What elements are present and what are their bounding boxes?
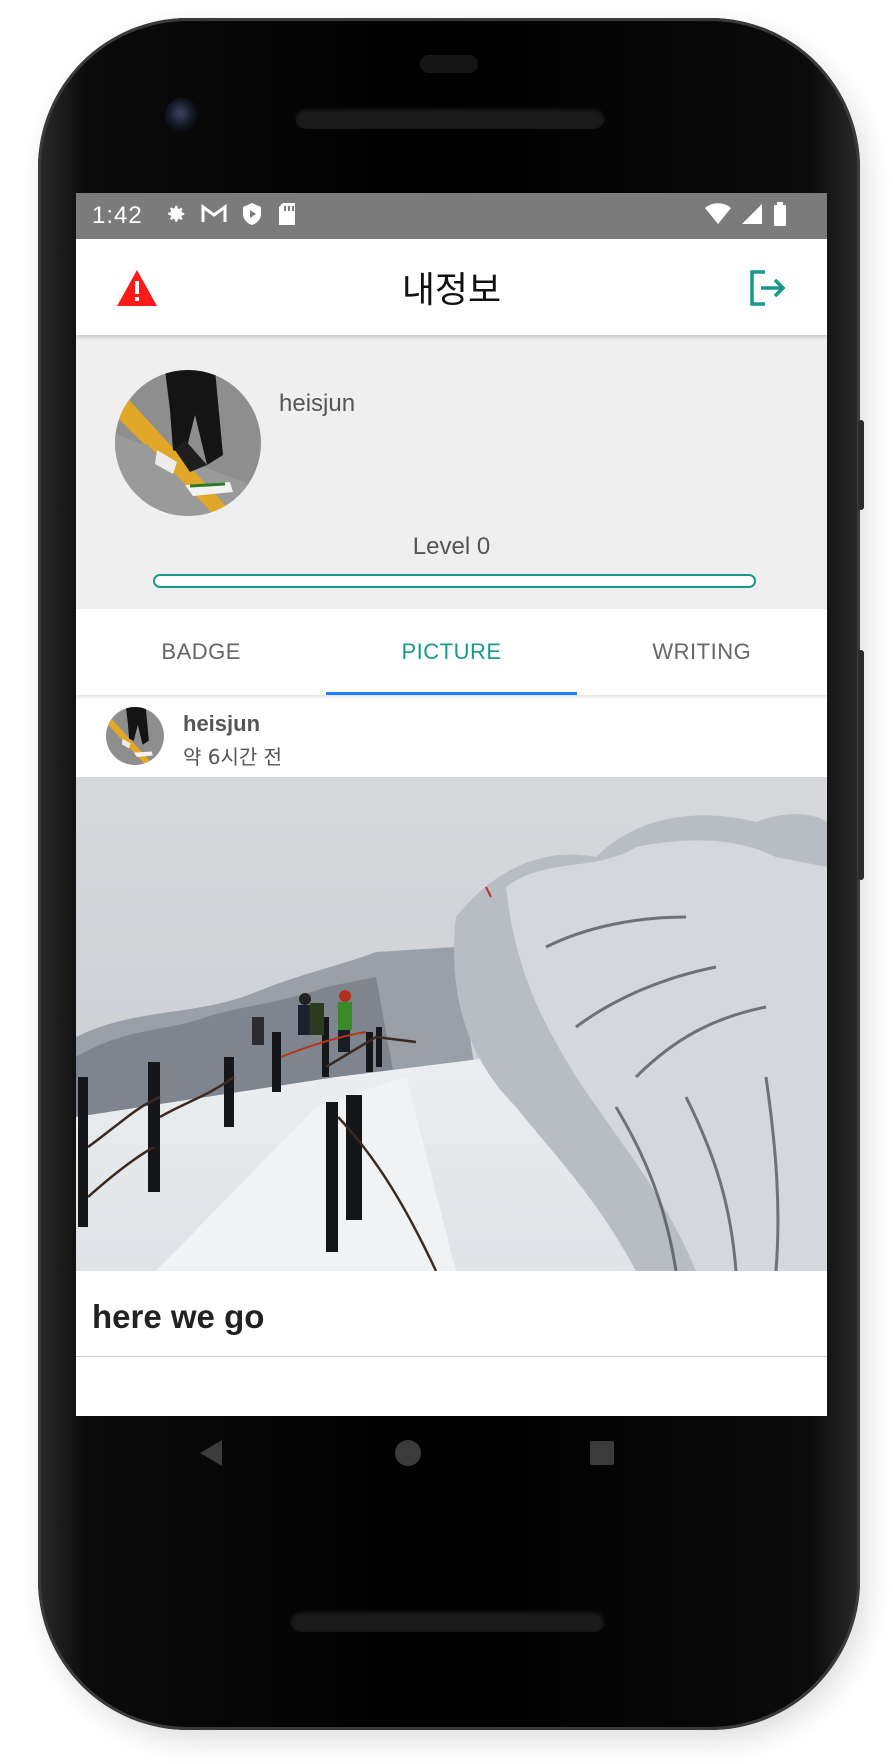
- status-bar: 1:42: [76, 193, 827, 239]
- status-time: 1:42: [92, 202, 143, 229]
- recents-icon: [590, 1441, 614, 1465]
- profile-section: heisjun Level 0: [76, 335, 827, 609]
- earpiece-speaker: [295, 107, 605, 129]
- power-button: [858, 420, 864, 510]
- profile-tabs: BADGE PICTURE WRITING: [76, 609, 827, 695]
- app-screen: 1:42 내정보 heisjun Level 0 BADGE PICTURE W…: [76, 193, 827, 1416]
- back-button[interactable]: [198, 1438, 224, 1473]
- post-author-name[interactable]: heisjun: [183, 711, 260, 737]
- front-camera: [165, 98, 199, 132]
- page-title: 내정보: [401, 270, 502, 311]
- gear-icon: [165, 203, 187, 230]
- battery-icon: [773, 201, 787, 231]
- logout-button[interactable]: [748, 269, 788, 307]
- system-nav-bar: [76, 1416, 827, 1496]
- tab-writing[interactable]: WRITING: [577, 609, 827, 695]
- recents-button[interactable]: [588, 1438, 616, 1473]
- shield-play-icon: [241, 202, 263, 231]
- logout-icon: [750, 270, 786, 306]
- volume-button: [858, 650, 864, 880]
- profile-username: heisjun: [279, 390, 356, 417]
- level-progress-bar: [153, 574, 756, 588]
- home-button[interactable]: [394, 1438, 422, 1473]
- post-header: heisjun 약 6시간 전: [76, 695, 827, 777]
- app-bar: 내정보: [76, 239, 827, 335]
- back-icon: [200, 1440, 222, 1466]
- wifi-icon: [705, 202, 731, 230]
- proximity-sensor: [420, 55, 478, 73]
- post-image[interactable]: [76, 777, 827, 1271]
- tab-badge[interactable]: BADGE: [76, 609, 326, 695]
- level-label: Level 0: [412, 533, 491, 560]
- post-author-avatar[interactable]: [106, 707, 164, 765]
- tab-picture[interactable]: PICTURE: [326, 609, 577, 695]
- home-icon: [395, 1440, 421, 1466]
- gmail-icon: [201, 203, 227, 229]
- sd-card-icon: [277, 202, 297, 231]
- post-title[interactable]: here we go: [92, 1298, 264, 1336]
- post-timestamp: 약 6시간 전: [183, 745, 283, 769]
- post-divider: [76, 1356, 827, 1357]
- avatar[interactable]: [115, 370, 261, 516]
- signal-icon: [741, 203, 763, 230]
- bottom-speaker: [290, 1610, 605, 1632]
